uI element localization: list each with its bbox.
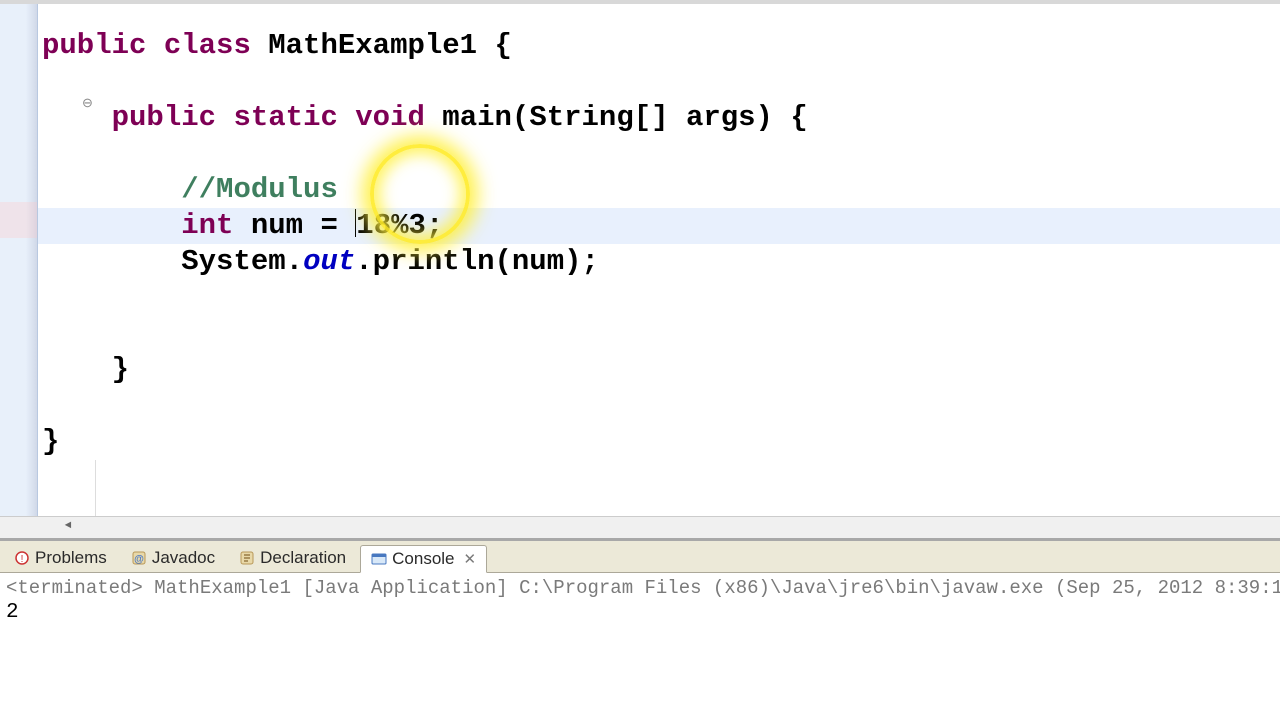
code-text: } (42, 425, 59, 458)
tab-label: Console (392, 549, 454, 569)
scroll-left-arrow-icon[interactable]: ◄ (60, 520, 76, 536)
keyword: public (42, 29, 146, 62)
tab-label: Javadoc (152, 548, 215, 568)
console-status-line: <terminated> MathExample1 [Java Applicat… (6, 577, 1280, 599)
tab-label: Problems (35, 548, 107, 568)
tab-label: Declaration (260, 548, 346, 568)
tab-console[interactable]: Console ✕ (360, 545, 487, 573)
tab-declaration[interactable]: Declaration (229, 545, 356, 571)
code-text: 8%3; (374, 209, 444, 242)
code-line[interactable]: public static void main(String[] args) { (38, 100, 1280, 136)
fold-minus-icon[interactable]: ⊖ (82, 96, 96, 110)
gutter-line-marker (0, 202, 37, 238)
static-field: out (303, 245, 355, 278)
javadoc-icon: @ (131, 550, 147, 566)
code-line[interactable] (38, 64, 1280, 100)
code-line[interactable] (38, 316, 1280, 352)
code-text: MathExample1 { (251, 29, 512, 62)
console-output: 2 (6, 599, 1280, 624)
code-line-active[interactable]: int num = 18%3; (38, 208, 1280, 244)
code-text: num = (233, 209, 355, 242)
code-line[interactable]: //Modulus (38, 172, 1280, 208)
code-line[interactable]: public class MathExample1 { (38, 28, 1280, 64)
close-icon[interactable]: ✕ (464, 550, 477, 568)
console-view[interactable]: <terminated> MathExample1 [Java Applicat… (0, 573, 1280, 720)
comment: //Modulus (181, 173, 338, 206)
code-line[interactable] (38, 388, 1280, 424)
ide-area: ⊖ public class MathExample1 { public sta… (0, 0, 1280, 720)
text-cursor (355, 209, 356, 237)
views-tab-bar: ! Problems @ Javadoc Declaration (0, 541, 1280, 573)
console-icon (371, 551, 387, 567)
keyword: public (112, 101, 216, 134)
code-line[interactable] (38, 136, 1280, 172)
code-line[interactable]: } (38, 424, 1280, 460)
code-text: .println(num); (355, 245, 599, 278)
editor-container: ⊖ public class MathExample1 { public sta… (0, 0, 1280, 516)
code-text: System. (181, 245, 303, 278)
code-text: } (112, 353, 129, 386)
svg-text:!: ! (21, 554, 24, 565)
code-line[interactable] (38, 280, 1280, 316)
problems-icon: ! (14, 550, 30, 566)
code-editor[interactable]: public class MathExample1 { public stati… (38, 4, 1280, 460)
code-line[interactable]: System.out.println(num); (38, 244, 1280, 280)
declaration-icon (239, 550, 255, 566)
code-text: main(String[] args) { (425, 101, 808, 134)
keyword: static (233, 101, 337, 134)
keyword: void (355, 101, 425, 134)
bottom-panel: ! Problems @ Javadoc Declaration (0, 538, 1280, 720)
tab-javadoc[interactable]: @ Javadoc (121, 545, 225, 571)
code-line[interactable]: } (38, 352, 1280, 388)
tab-problems[interactable]: ! Problems (4, 545, 117, 571)
svg-text:@: @ (134, 554, 144, 565)
horizontal-scrollbar[interactable]: ◄ (0, 516, 1280, 538)
keyword: int (181, 209, 233, 242)
code-text: 1 (356, 209, 373, 242)
editor-gutter[interactable] (0, 4, 38, 516)
keyword: class (164, 29, 251, 62)
